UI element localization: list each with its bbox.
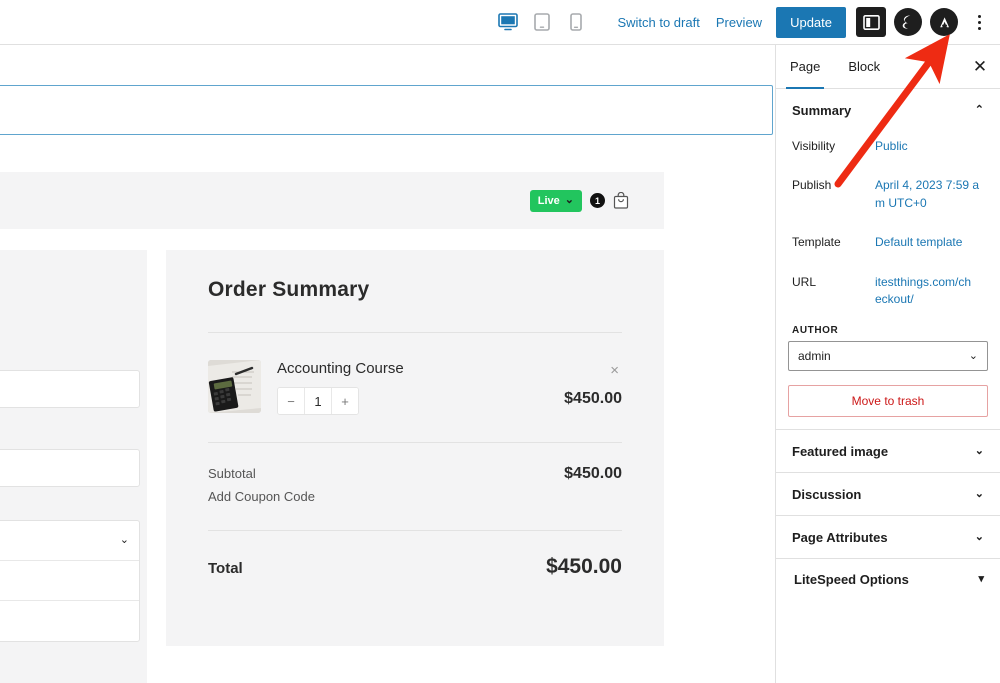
billing-form-panel: ⌄ Zip (0, 250, 147, 683)
close-sidebar-icon[interactable]: ✕ (960, 45, 1000, 88)
device-preview-group (497, 11, 587, 33)
tab-page[interactable]: Page (776, 45, 834, 88)
publish-label: Publish (792, 177, 875, 194)
sidebar-tabs: Page Block ✕ (776, 45, 1000, 89)
url-row: URL itestthings.com/checkout/ (776, 267, 1000, 316)
author-value: admin (798, 349, 831, 363)
billing-field-2[interactable] (0, 449, 140, 487)
chevron-down-icon: ▾ (978, 574, 984, 585)
editor-canvas: Live ⌄ 1 ⌄ Zip (0, 45, 775, 683)
publish-value[interactable]: April 4, 2023 7:59 am UTC+0 (875, 177, 984, 212)
litespeed-options-section[interactable]: LiteSpeed Options ▾ (776, 559, 1000, 599)
remove-item-icon[interactable]: × (610, 363, 619, 378)
update-button[interactable]: Update (776, 7, 846, 38)
visibility-row: Visibility Public (776, 131, 1000, 162)
litespeed-options-label: LiteSpeed Options (794, 572, 909, 587)
add-coupon-code-link[interactable]: Add Coupon Code (208, 489, 622, 504)
template-label: Template (792, 234, 875, 251)
litespeed-icon[interactable] (894, 8, 922, 36)
page-attributes-label: Page Attributes (792, 530, 888, 545)
city-field[interactable] (0, 561, 139, 601)
visibility-value[interactable]: Public (875, 138, 908, 155)
quantity-increment-button[interactable]: + (332, 388, 358, 414)
editor-top-bar: Switch to draft Preview Update (0, 0, 1000, 45)
quantity-stepper[interactable]: − 1 + (277, 387, 359, 415)
move-to-trash-button[interactable]: Move to trash (788, 385, 988, 417)
total-row: Total $450.00 (208, 555, 622, 579)
subtotal-label: Subtotal (208, 466, 256, 481)
billing-field-1[interactable] (0, 370, 140, 408)
order-summary-title: Order Summary (208, 278, 622, 302)
order-line-item: Accounting Course − 1 + $450.00 × (208, 360, 622, 415)
preview-button[interactable]: Preview (708, 9, 770, 36)
chevron-down-icon: ⌄ (975, 489, 984, 500)
shopping-bag-icon[interactable] (613, 192, 629, 209)
chevron-down-icon: ⌄ (975, 532, 984, 543)
author-label: AUTHOR (776, 315, 1000, 341)
page-toolbar-strip: Live ⌄ 1 (0, 172, 664, 229)
featured-image-label: Featured image (792, 444, 888, 459)
selected-block-outline[interactable] (0, 85, 773, 135)
billing-address-group: ⌄ Zip (0, 520, 140, 642)
kebab-menu-icon[interactable] (966, 7, 992, 37)
divider (208, 332, 622, 333)
order-item-price: $450.00 (564, 390, 622, 408)
template-row: Template Default template (776, 227, 1000, 258)
mobile-preview-icon[interactable] (565, 11, 587, 33)
switch-to-draft-button[interactable]: Switch to draft (609, 9, 707, 36)
divider (208, 442, 622, 443)
featured-image-section[interactable]: Featured image ⌄ (776, 430, 1000, 472)
chevron-up-icon: ⌃ (975, 105, 984, 116)
country-select[interactable]: ⌄ (0, 521, 139, 561)
order-summary-panel: Order Summary (166, 250, 664, 646)
cart-count-badge[interactable]: 1 (590, 193, 605, 208)
publish-row: Publish April 4, 2023 7:59 am UTC+0 (776, 170, 1000, 219)
chevron-down-icon: ⌄ (969, 351, 978, 362)
tab-block[interactable]: Block (834, 45, 894, 88)
total-value: $450.00 (546, 555, 622, 579)
live-label: Live (538, 195, 560, 207)
chevron-down-icon: ⌄ (975, 446, 984, 457)
subtotal-row: Subtotal $450.00 (208, 465, 622, 483)
divider (208, 530, 622, 531)
settings-sidebar: Page Block ✕ Summary ⌃ Visibility Public… (775, 45, 1000, 683)
chevron-down-icon: ⌄ (120, 535, 129, 546)
settings-panel-icon[interactable] (856, 7, 886, 37)
discussion-label: Discussion (792, 487, 861, 502)
accounting-calculator-thumbnail (208, 360, 261, 413)
discussion-section[interactable]: Discussion ⌄ (776, 473, 1000, 515)
subtotal-value: $450.00 (564, 465, 622, 483)
page-attributes-section[interactable]: Page Attributes ⌄ (776, 516, 1000, 558)
quantity-decrement-button[interactable]: − (278, 388, 305, 414)
template-value[interactable]: Default template (875, 234, 962, 251)
editor-screen: Live ⌄ 1 ⌄ Zip (0, 0, 1000, 683)
order-item-name: Accounting Course (277, 360, 404, 377)
url-label: URL (792, 274, 875, 291)
desktop-preview-icon[interactable] (497, 11, 519, 33)
visibility-label: Visibility (792, 138, 875, 155)
chevron-down-icon: ⌄ (565, 195, 574, 206)
author-select[interactable]: admin ⌄ (788, 341, 988, 371)
summary-section-header[interactable]: Summary ⌃ (776, 89, 1000, 131)
summary-title: Summary (792, 103, 851, 118)
astra-icon[interactable] (930, 8, 958, 36)
live-status-badge[interactable]: Live ⌄ (530, 190, 582, 212)
url-value[interactable]: itestthings.com/checkout/ (875, 274, 975, 309)
tablet-preview-icon[interactable] (531, 11, 553, 33)
zip-field[interactable]: Zip (0, 601, 139, 641)
quantity-value[interactable]: 1 (305, 388, 332, 414)
total-label: Total (208, 560, 243, 577)
